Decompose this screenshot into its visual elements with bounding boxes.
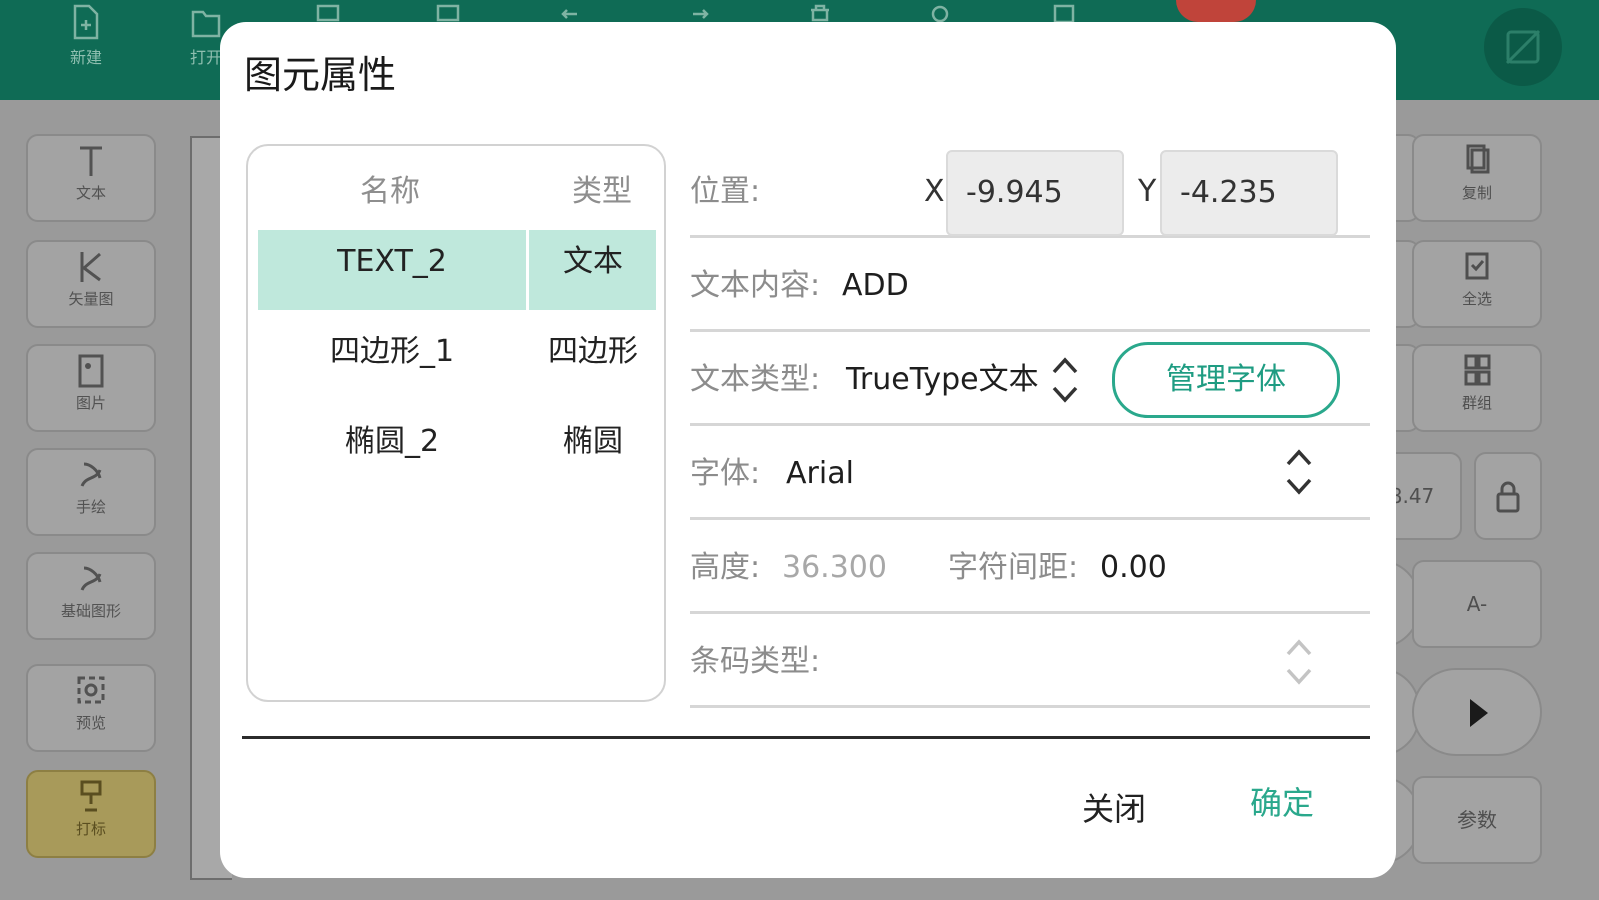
char-spacing-field[interactable]: 0.00 xyxy=(1100,522,1167,614)
text-tool-button[interactable]: 文本 xyxy=(26,134,156,222)
close-button[interactable]: 关闭 xyxy=(1082,784,1146,830)
freehand-tool-button[interactable]: 手绘 xyxy=(26,448,156,536)
vector-tool-label: 矢量图 xyxy=(68,290,114,308)
barcode-type-row: 条码类型: xyxy=(690,616,1370,708)
no-image-button[interactable] xyxy=(1484,8,1562,86)
image-icon xyxy=(78,354,104,388)
list-item[interactable]: 椭圆_2 椭圆 xyxy=(258,410,656,490)
list-header-type: 类型 xyxy=(572,174,632,209)
lock-button[interactable] xyxy=(1474,452,1542,540)
height-label: 高度: xyxy=(690,550,761,585)
element-list[interactable]: 名称 类型 TEXT_2 文本 四边形_1 四边形 椭圆_2 椭圆 xyxy=(246,144,666,702)
manage-fonts-button[interactable]: 管理字体 xyxy=(1112,342,1340,418)
list-item-type: 文本 xyxy=(563,244,623,279)
shapes-icon xyxy=(80,566,102,591)
text-content-label: 文本内容: xyxy=(690,268,821,303)
select-all-label: 全选 xyxy=(1461,290,1492,308)
updown-arrow-icon[interactable] xyxy=(1048,352,1082,408)
x-label: X xyxy=(924,174,945,209)
height-field[interactable]: 36.300 xyxy=(782,522,887,614)
element-properties-dialog: 图元属性 名称 类型 TEXT_2 文本 四边形_1 四边形 椭圆_2 椭圆 位… xyxy=(220,22,1396,878)
no-image-icon xyxy=(1505,29,1541,65)
text-tool-label: 文本 xyxy=(75,184,106,202)
group-button[interactable]: 群组 xyxy=(1412,344,1542,432)
font-row: 字体: Arial xyxy=(690,428,1370,520)
mark-icon xyxy=(80,780,102,812)
text-type-row: 文本类型: TrueType文本 管理字体 xyxy=(690,334,1370,426)
list-item-name: TEXT_2 xyxy=(258,230,529,310)
text-type-select[interactable]: TrueType文本 xyxy=(846,334,1039,426)
shapes-tool-button[interactable]: 基础图形 xyxy=(26,552,156,640)
folder-icon xyxy=(191,10,221,38)
text-content-field[interactable]: ADD xyxy=(842,240,909,332)
select-all-icon xyxy=(1465,252,1489,280)
lock-icon xyxy=(1496,481,1520,513)
image-tool-label: 图片 xyxy=(75,394,106,412)
copy-label: 复制 xyxy=(1461,184,1492,202)
preview-label: 预览 xyxy=(75,714,106,732)
barcode-type-label: 条码类型: xyxy=(690,644,821,679)
updown-arrow-icon[interactable] xyxy=(1282,634,1316,690)
group-icon xyxy=(1464,354,1491,386)
text-content-row: 文本内容: ADD xyxy=(690,240,1370,332)
status-indicator xyxy=(1176,0,1256,22)
ok-button[interactable]: 确定 xyxy=(1250,778,1314,824)
font-smaller-button[interactable]: A- xyxy=(1412,560,1542,648)
group-label: 群组 xyxy=(1461,394,1492,412)
vector-tool-button[interactable]: 矢量图 xyxy=(26,240,156,328)
y-label: Y xyxy=(1138,174,1157,209)
copy-icon xyxy=(1466,144,1490,174)
new-file-icon xyxy=(73,4,99,40)
height-spacing-row: 高度: 36.300 字符间距: 0.00 xyxy=(690,522,1370,614)
copy-button[interactable]: 复制 xyxy=(1412,134,1542,222)
preview-button[interactable]: 预览 xyxy=(26,664,156,752)
text-tool-icon xyxy=(80,146,102,176)
mark-label: 打标 xyxy=(75,820,106,838)
font-select[interactable]: Arial xyxy=(786,428,854,520)
list-item-type: 四边形 xyxy=(548,334,638,369)
list-item[interactable]: 四边形_1 四边形 xyxy=(258,320,656,400)
x-input[interactable]: -9.945 xyxy=(946,150,1124,236)
list-item-name: 四边形_1 xyxy=(329,334,455,369)
new-button[interactable]: 新建 xyxy=(56,0,116,90)
list-item[interactable]: TEXT_2 文本 xyxy=(258,230,656,310)
char-spacing-label: 字符间距: xyxy=(948,550,1079,585)
play-icon xyxy=(1470,699,1488,727)
mark-button[interactable]: 打标 xyxy=(26,770,156,858)
new-label: 新建 xyxy=(69,48,102,67)
freehand-tool-label: 手绘 xyxy=(75,498,106,516)
font-label: 字体: xyxy=(690,456,761,491)
play-button[interactable] xyxy=(1412,668,1542,756)
list-item-name: 椭圆_2 xyxy=(344,424,440,459)
dialog-title: 图元属性 xyxy=(244,53,397,97)
list-item-type: 椭圆 xyxy=(563,424,623,459)
dialog-divider xyxy=(242,736,1370,739)
vector-icon xyxy=(80,252,101,282)
text-type-label: 文本类型: xyxy=(690,362,821,397)
list-header-name: 名称 xyxy=(360,174,420,209)
params-button[interactable]: 参数 xyxy=(1412,776,1542,864)
position-row: 位置: X -9.945 Y -4.235 xyxy=(690,146,1370,238)
shapes-tool-label: 基础图形 xyxy=(60,602,121,620)
freehand-icon xyxy=(80,462,102,487)
preview-icon xyxy=(77,676,105,704)
updown-arrow-icon[interactable] xyxy=(1282,444,1316,500)
position-label: 位置: xyxy=(690,174,761,209)
select-all-button[interactable]: 全选 xyxy=(1412,240,1542,328)
image-tool-button[interactable]: 图片 xyxy=(26,344,156,432)
y-input[interactable]: -4.235 xyxy=(1160,150,1338,236)
